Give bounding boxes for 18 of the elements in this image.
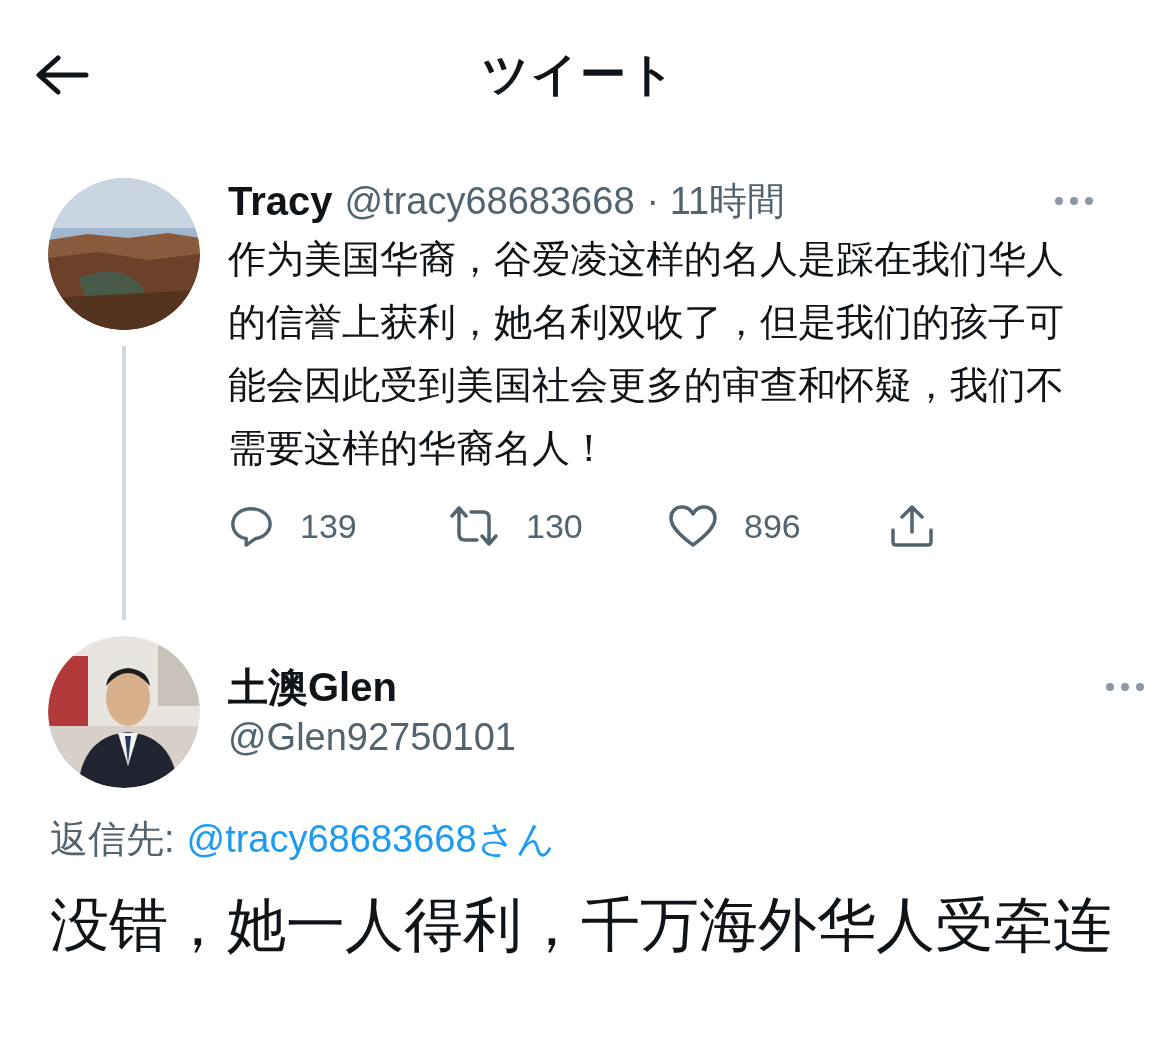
timestamp: · 11時間 [646, 178, 786, 224]
page-title: ツイート [482, 47, 677, 102]
retweet-icon[interactable] [448, 504, 500, 548]
more-icon[interactable] [1105, 682, 1145, 692]
share-icon[interactable] [888, 502, 936, 550]
heart-icon[interactable] [668, 504, 718, 548]
user-name[interactable]: Tracy [228, 178, 333, 224]
user-handle[interactable]: @tracy68683668 [344, 179, 635, 223]
user-handle[interactable]: @Glen92750101 [228, 716, 1159, 759]
reply-text: 没错，她一人得利，千万海外华人受牵连 [49, 891, 1113, 960]
action-count: 130 [526, 506, 583, 546]
back-arrow-icon[interactable] [34, 55, 90, 95]
more-icon[interactable] [1054, 196, 1094, 206]
action-count: 896 [744, 506, 801, 546]
reply-to-label: 返信先: [50, 817, 175, 862]
tweet-text: 作为美国华裔，谷爱凌这样的名人是踩在我们华人的信誉上获利，她名利双收了，但是我们的孩子可能会因此受到美国社会更多的审查和怀疑，我们不需要这样的华裔名人！ [228, 237, 1065, 471]
action-count: 139 [300, 506, 357, 546]
user-name[interactable]: 土澳Glen [228, 659, 397, 715]
